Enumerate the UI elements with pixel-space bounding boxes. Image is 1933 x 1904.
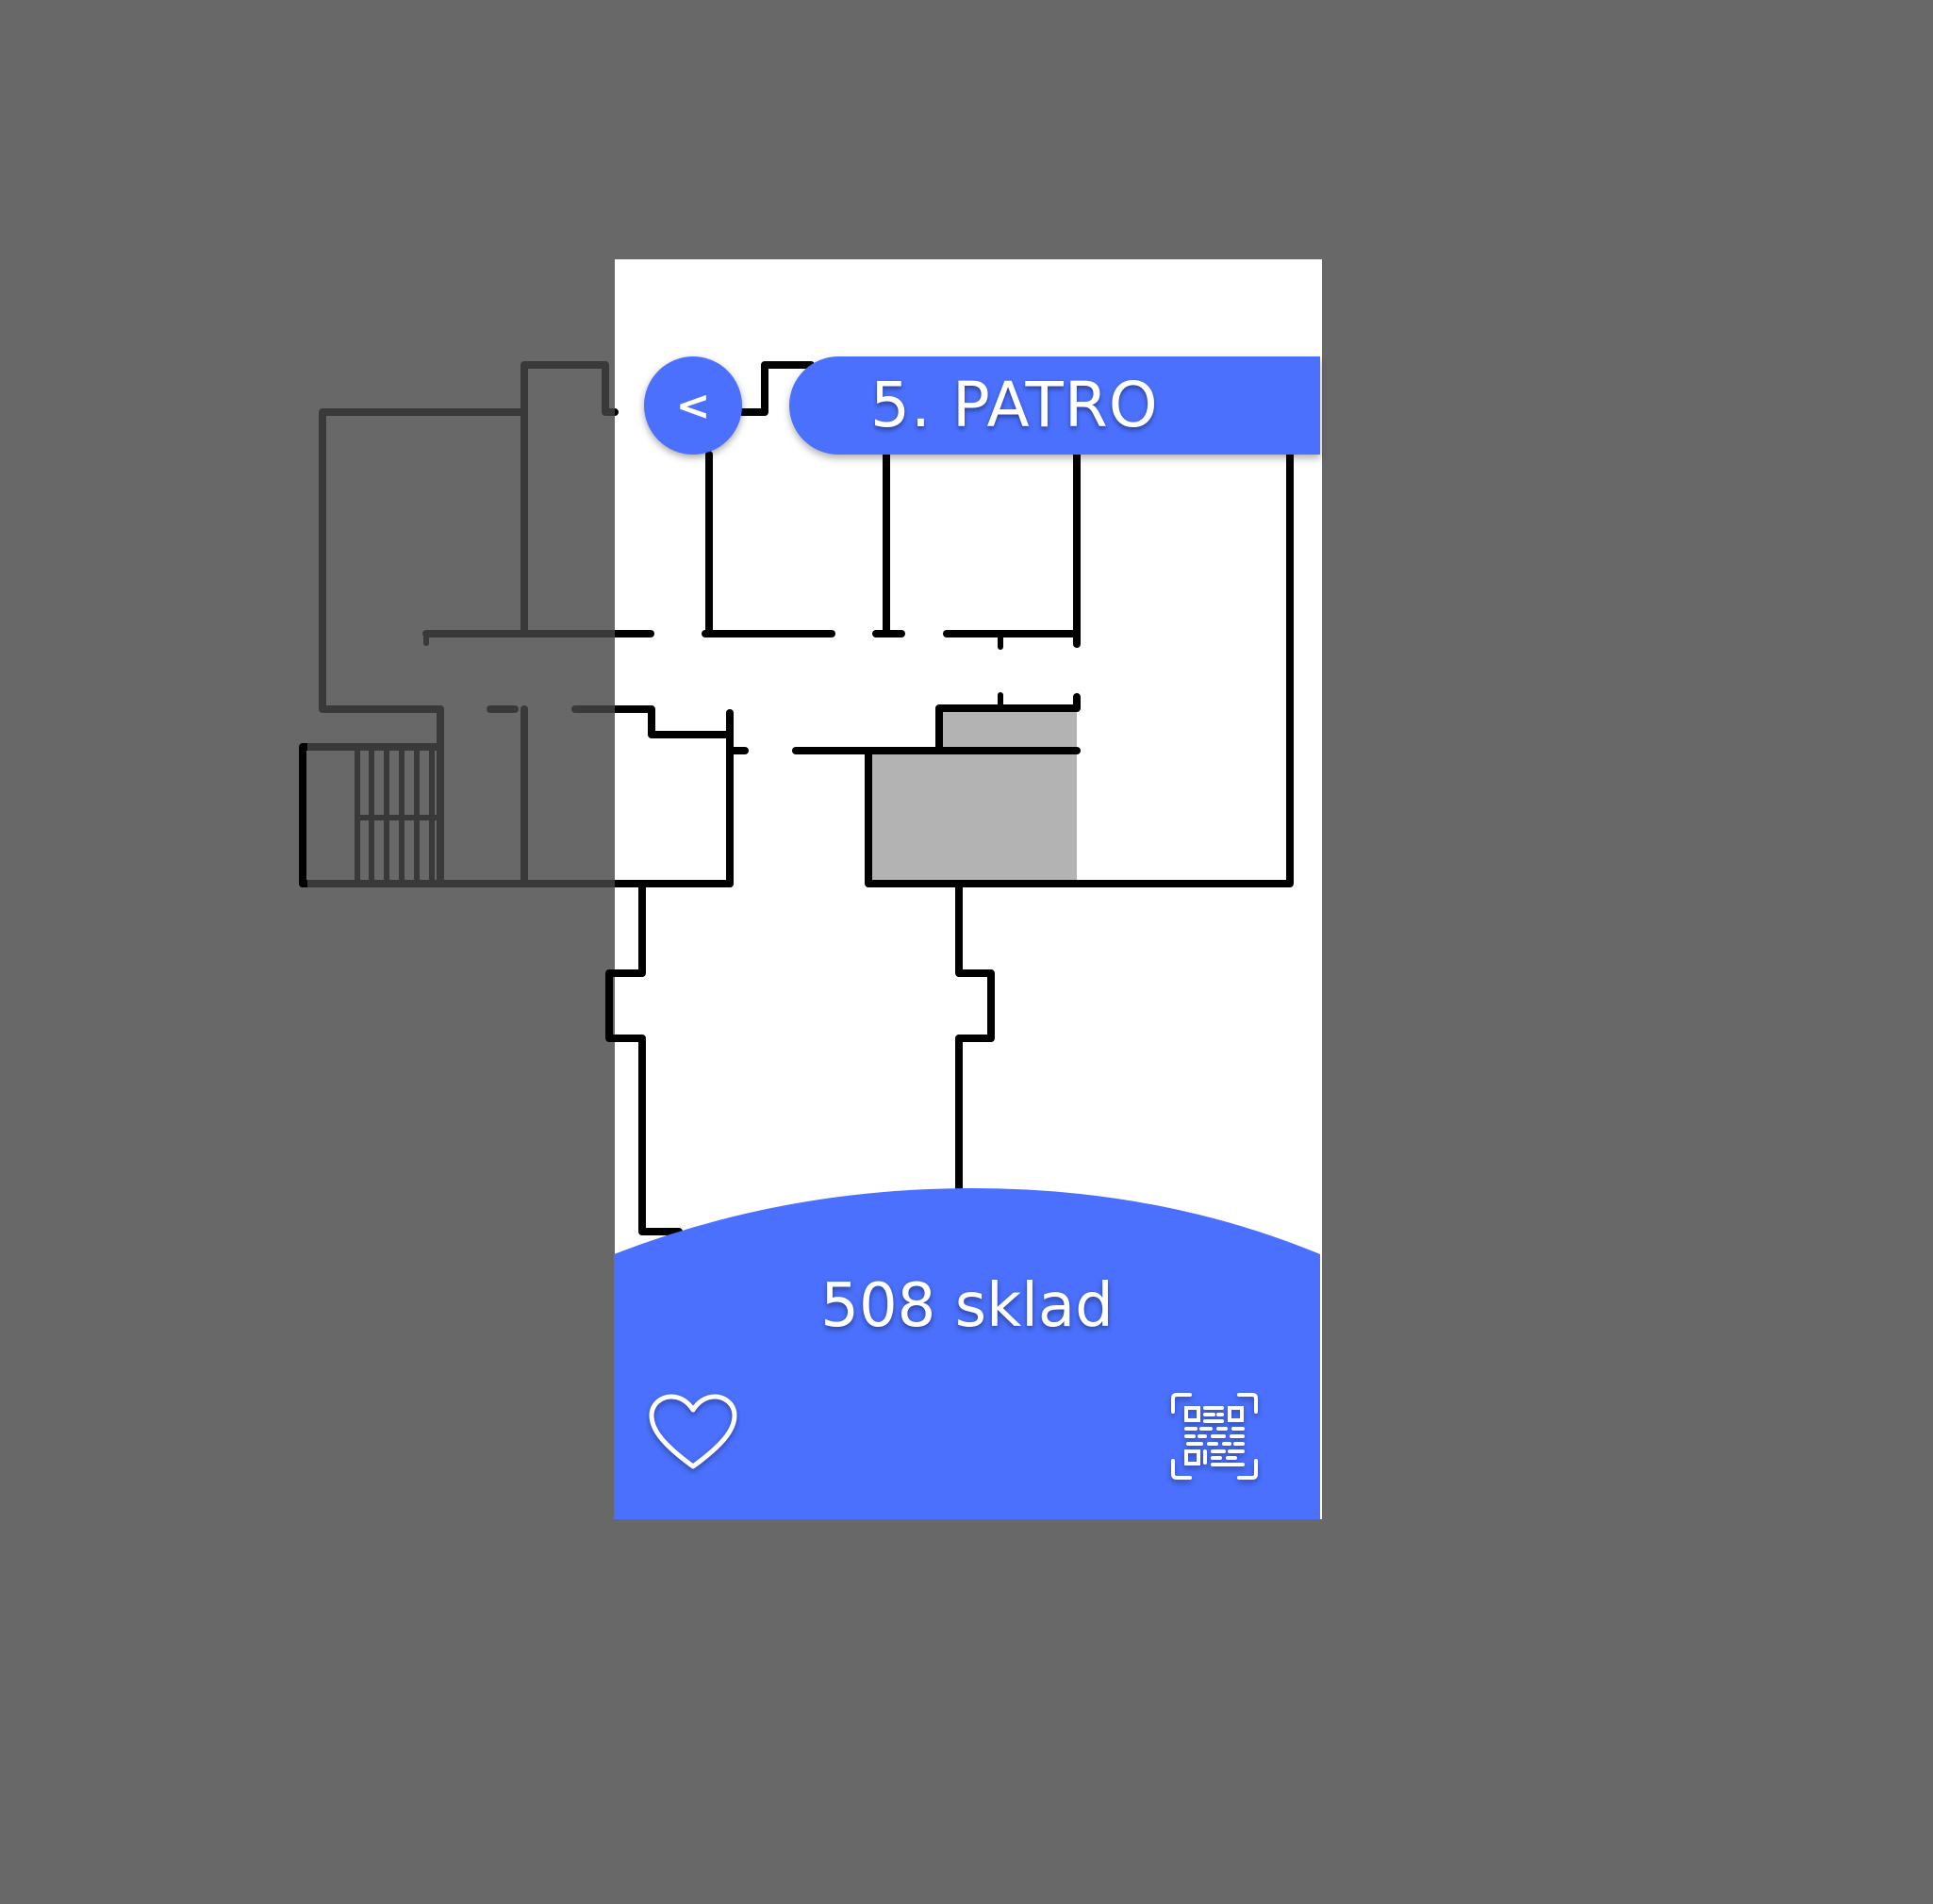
back-chevron-icon: <	[675, 381, 711, 430]
qr-scan-button[interactable]	[1167, 1389, 1262, 1483]
wall-segment	[955, 880, 995, 1192]
wall-segment	[1073, 451, 1294, 887]
back-button[interactable]: <	[644, 356, 742, 455]
wall-segment	[605, 880, 683, 1235]
screen-background: < 5. PATRO 508 sklad	[0, 0, 1933, 1904]
qr-code-icon	[1171, 1393, 1258, 1480]
floor-title-bar: 5. PATRO	[789, 356, 1320, 455]
floor-title: 5. PATRO	[870, 369, 1159, 441]
floor-plan-map[interactable]	[0, 0, 1933, 1904]
offscreen-overlay	[307, 349, 615, 891]
heart-icon	[649, 1394, 737, 1469]
favorite-button[interactable]	[646, 1391, 740, 1476]
room-name: 508 sklad	[820, 1271, 1114, 1341]
room-info-panel: 508 sklad	[614, 1188, 1320, 1519]
room-508-highlight[interactable]	[868, 708, 1077, 884]
